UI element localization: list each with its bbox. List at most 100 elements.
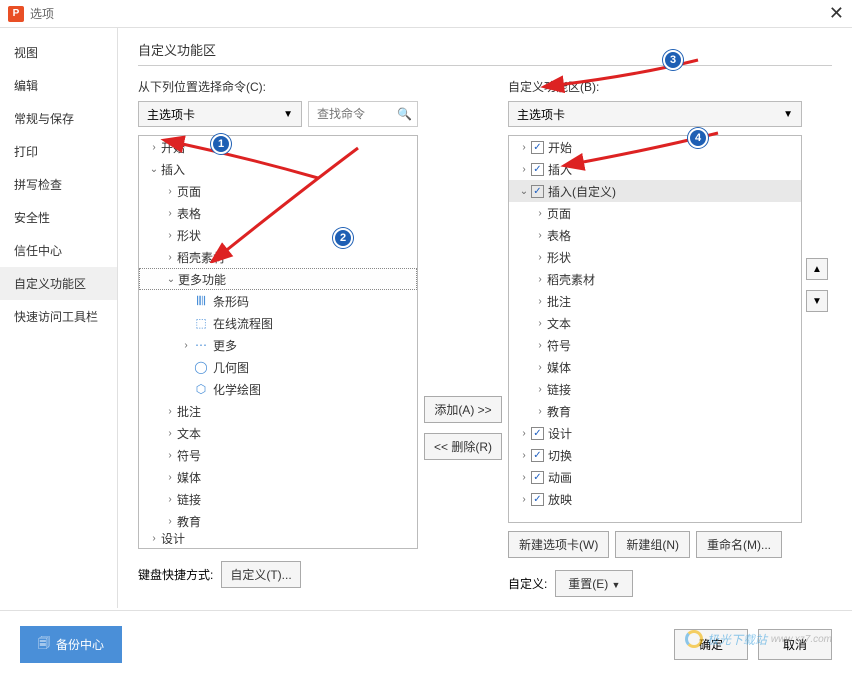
move-down-button[interactable]: ▼ <box>806 290 828 312</box>
tree-item[interactable]: ›教育 <box>509 400 801 422</box>
move-up-button[interactable]: ▲ <box>806 258 828 280</box>
sidebar-item[interactable]: 常规与保存 <box>0 102 117 135</box>
new-tab-button[interactable]: 新建选项卡(W) <box>508 531 609 558</box>
chevron-right-icon[interactable]: › <box>533 318 547 329</box>
tree-item[interactable]: ›表格 <box>509 224 801 246</box>
chevron-right-icon[interactable]: › <box>163 230 177 241</box>
tree-item[interactable]: ◯几何图 <box>139 356 417 378</box>
right-tree[interactable]: ›✓开始›✓插入⌄✓插入(自定义)›页面›表格›形状›稻壳素材›批注›文本›符号… <box>508 135 802 523</box>
tree-item[interactable]: ›链接 <box>509 378 801 400</box>
tree-item[interactable]: ⌄✓插入(自定义) <box>509 180 801 202</box>
close-icon[interactable]: ✕ <box>829 3 844 24</box>
tree-item[interactable]: ⌄更多功能 <box>139 268 417 290</box>
new-group-button[interactable]: 新建组(N) <box>615 531 690 558</box>
sidebar-item[interactable]: 自定义功能区 <box>0 267 117 300</box>
tree-item[interactable]: ›✓设计 <box>509 422 801 444</box>
search-input[interactable]: 🔍 <box>308 101 418 127</box>
sidebar-item[interactable]: 编辑 <box>0 69 117 102</box>
tree-item[interactable]: ›文本 <box>139 422 417 444</box>
tree-item[interactable]: ›链接 <box>139 488 417 510</box>
chevron-right-icon[interactable]: › <box>517 472 531 483</box>
reset-button[interactable]: 重置(E) ▼ <box>555 570 633 597</box>
chevron-right-icon[interactable]: › <box>533 362 547 373</box>
left-tree[interactable]: ›开始⌄插入›页面›表格›形状›稻壳素材⌄更多功能𝄃𝄃𝄂条形码⬚在线流程图›⋯更… <box>138 135 418 549</box>
add-button[interactable]: 添加(A) >> <box>424 396 502 423</box>
checkbox[interactable]: ✓ <box>531 493 544 506</box>
sidebar-item[interactable]: 快速访问工具栏 <box>0 300 117 333</box>
chevron-right-icon[interactable]: › <box>533 406 547 417</box>
chevron-right-icon[interactable]: › <box>533 208 547 219</box>
chevron-right-icon[interactable]: › <box>533 230 547 241</box>
sidebar-item[interactable]: 安全性 <box>0 201 117 234</box>
tree-item[interactable]: ›✓切换 <box>509 444 801 466</box>
tree-item[interactable]: ›批注 <box>139 400 417 422</box>
tree-item[interactable]: ›页面 <box>509 202 801 224</box>
cancel-button[interactable]: 取消 <box>758 629 832 660</box>
tree-item[interactable]: ›符号 <box>139 444 417 466</box>
tree-item[interactable]: ›教育 <box>139 510 417 532</box>
tree-item[interactable]: ›批注 <box>509 290 801 312</box>
tree-item[interactable]: ›稻壳素材 <box>139 246 417 268</box>
backup-center-button[interactable]: 🗐 备份中心 <box>20 626 122 663</box>
tree-item[interactable]: ›形状 <box>139 224 417 246</box>
chevron-right-icon[interactable]: › <box>163 472 177 483</box>
sidebar-item[interactable]: 视图 <box>0 36 117 69</box>
chevron-right-icon[interactable]: › <box>517 450 531 461</box>
rename-button[interactable]: 重命名(M)... <box>696 531 782 558</box>
chevron-right-icon[interactable]: › <box>533 296 547 307</box>
right-dropdown[interactable]: 主选项卡 ▼ <box>508 101 802 127</box>
tree-item[interactable]: ›稻壳素材 <box>509 268 801 290</box>
sidebar-item[interactable]: 打印 <box>0 135 117 168</box>
chevron-right-icon[interactable]: › <box>163 252 177 263</box>
chevron-right-icon[interactable]: › <box>533 340 547 351</box>
chevron-down-icon[interactable]: ⌄ <box>147 164 161 175</box>
left-dropdown[interactable]: 主选项卡 ▼ <box>138 101 302 127</box>
checkbox[interactable]: ✓ <box>531 471 544 484</box>
checkbox[interactable]: ✓ <box>531 449 544 462</box>
tree-item[interactable]: ›✓插入 <box>509 158 801 180</box>
chevron-right-icon[interactable]: › <box>163 428 177 439</box>
sidebar-item[interactable]: 信任中心 <box>0 234 117 267</box>
chevron-right-icon[interactable]: › <box>517 142 531 153</box>
chevron-right-icon[interactable]: › <box>147 533 161 544</box>
chevron-right-icon[interactable]: › <box>533 252 547 263</box>
tree-item[interactable]: ›✓动画 <box>509 466 801 488</box>
tree-item[interactable]: 𝄃𝄃𝄂条形码 <box>139 290 417 312</box>
chevron-right-icon[interactable]: › <box>533 274 547 285</box>
tree-item[interactable]: ⬚在线流程图 <box>139 312 417 334</box>
chevron-right-icon[interactable]: › <box>517 164 531 175</box>
chevron-right-icon[interactable]: › <box>517 428 531 439</box>
chevron-right-icon[interactable]: › <box>163 494 177 505</box>
tree-item[interactable]: ›媒体 <box>139 466 417 488</box>
chevron-down-icon[interactable]: ⌄ <box>164 274 178 285</box>
tree-item[interactable]: ›设计 <box>139 532 417 544</box>
tree-item[interactable]: ›形状 <box>509 246 801 268</box>
tree-item[interactable]: ›符号 <box>509 334 801 356</box>
sidebar-item[interactable]: 拼写检查 <box>0 168 117 201</box>
tree-item[interactable]: ›页面 <box>139 180 417 202</box>
chevron-right-icon[interactable]: › <box>517 494 531 505</box>
tree-item[interactable]: ›表格 <box>139 202 417 224</box>
checkbox[interactable]: ✓ <box>531 141 544 154</box>
checkbox[interactable]: ✓ <box>531 185 544 198</box>
chevron-right-icon[interactable]: › <box>163 186 177 197</box>
chevron-right-icon[interactable]: › <box>179 340 193 351</box>
chevron-right-icon[interactable]: › <box>163 208 177 219</box>
kb-customize-button[interactable]: 自定义(T)... <box>221 561 300 588</box>
checkbox[interactable]: ✓ <box>531 163 544 176</box>
chevron-down-icon[interactable]: ⌄ <box>517 186 531 197</box>
chevron-right-icon[interactable]: › <box>163 450 177 461</box>
tree-item[interactable]: ›开始 <box>139 136 417 158</box>
tree-item[interactable]: ›✓开始 <box>509 136 801 158</box>
tree-item[interactable]: ›✓放映 <box>509 488 801 510</box>
tree-item[interactable]: ›文本 <box>509 312 801 334</box>
chevron-right-icon[interactable]: › <box>147 142 161 153</box>
chevron-right-icon[interactable]: › <box>163 406 177 417</box>
chevron-right-icon[interactable]: › <box>533 384 547 395</box>
chevron-right-icon[interactable]: › <box>163 516 177 527</box>
tree-item[interactable]: ⌄插入 <box>139 158 417 180</box>
checkbox[interactable]: ✓ <box>531 427 544 440</box>
tree-item[interactable]: ›⋯更多 <box>139 334 417 356</box>
ok-button[interactable]: 确定 <box>674 629 748 660</box>
tree-item[interactable]: ›媒体 <box>509 356 801 378</box>
